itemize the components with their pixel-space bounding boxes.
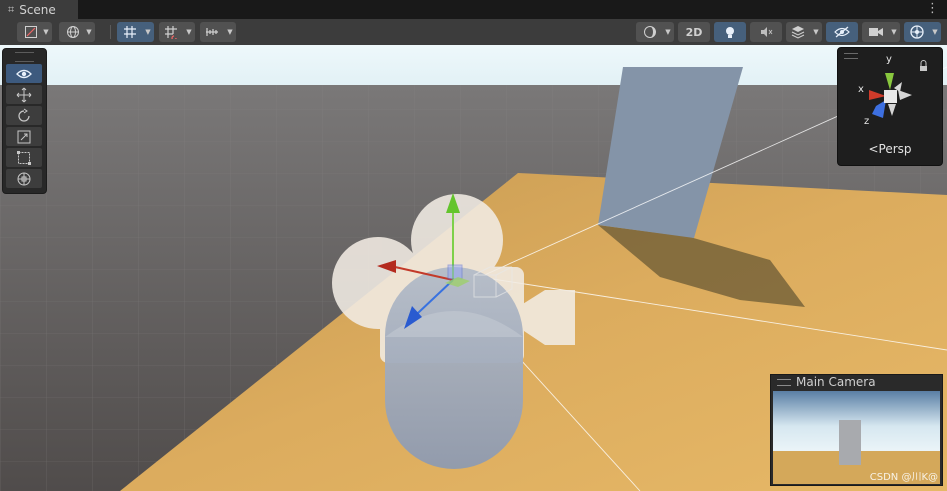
- lighting-icon: [726, 27, 734, 38]
- gizmo-z-label: z: [864, 116, 870, 127]
- lock-icon: [920, 66, 927, 71]
- scale-tool[interactable]: [6, 127, 42, 146]
- move-tool[interactable]: [6, 85, 42, 104]
- 2d-toggle[interactable]: 2D: [678, 22, 710, 42]
- camera-preview-title: Main Camera: [796, 375, 876, 389]
- audio-icon: [761, 27, 773, 37]
- increment-snap-dropdown[interactable]: ▼: [183, 22, 195, 42]
- visibility-toggle[interactable]: [826, 22, 858, 42]
- projection-toggle[interactable]: <Persp: [838, 142, 942, 156]
- y-axis-cone: [885, 73, 894, 90]
- rotate-icon: [18, 108, 30, 122]
- preview-wall: [839, 420, 861, 465]
- tab-bar: ⌗ Scene ⋮: [0, 0, 947, 19]
- camera-button[interactable]: [862, 22, 890, 42]
- camera-preview[interactable]: Main Camera CSDN @川K@: [770, 374, 943, 486]
- draw-mode-icon: [25, 26, 37, 38]
- increment-snap-button[interactable]: [159, 22, 183, 42]
- shading-icon: [644, 26, 656, 38]
- rect-tool[interactable]: [6, 148, 42, 167]
- eye-icon: [16, 69, 32, 78]
- perspective-icon: <: [868, 142, 879, 156]
- camera-dropdown[interactable]: ▼: [888, 22, 900, 42]
- transform-tool[interactable]: [6, 169, 42, 188]
- camera-preview-header[interactable]: Main Camera: [771, 375, 942, 390]
- visibility-icon: [834, 26, 850, 38]
- increment-snap-icon: [165, 26, 177, 39]
- projection-label: Persp: [878, 142, 912, 156]
- audio-toggle[interactable]: [750, 22, 782, 42]
- grid-snap-dropdown[interactable]: ▼: [142, 22, 154, 42]
- lighting-toggle[interactable]: [714, 22, 746, 42]
- effects-button[interactable]: [786, 22, 810, 42]
- ruler-button[interactable]: [200, 22, 224, 42]
- rect-icon: [17, 150, 31, 165]
- toolbar-divider: [110, 25, 111, 39]
- scale-icon: [17, 130, 31, 143]
- gizmo-y-label: y: [886, 54, 892, 65]
- global-dropdown[interactable]: ▼: [83, 22, 95, 42]
- tab-label: Scene: [19, 2, 56, 17]
- shading-dropdown[interactable]: ▼: [662, 22, 674, 42]
- tab-scene[interactable]: ⌗ Scene: [0, 0, 78, 19]
- tools-overlay: [2, 48, 47, 194]
- grid-snap-button[interactable]: [117, 22, 143, 42]
- tools-grip[interactable]: [15, 52, 34, 62]
- scene-viewport[interactable]: y x z <Persp Main Camera CSDN @川K@: [0, 45, 947, 491]
- camera-icon: [869, 28, 883, 36]
- capsule: [385, 267, 523, 469]
- transform-icon: [17, 172, 31, 185]
- lock-icon: [920, 60, 927, 66]
- global-icon: [67, 26, 79, 38]
- watermark: CSDN @川K@: [869, 472, 938, 483]
- draw-mode-dropdown[interactable]: ▼: [40, 22, 52, 42]
- gizmos-dropdown[interactable]: ▼: [929, 22, 941, 42]
- orientation-gizmo[interactable]: y x z <Persp: [837, 47, 943, 166]
- 2d-label: 2D: [685, 25, 703, 39]
- center-cube: [884, 90, 897, 103]
- preview-grip[interactable]: [777, 379, 791, 386]
- view-tool[interactable]: [6, 64, 42, 83]
- gizmos-icon: [910, 25, 924, 39]
- scene-toolbar: ▼ ▼ ▼ ▼ ▼ ▼ 2D ▼ ▼ ▼: [0, 19, 947, 46]
- effects-icon: [791, 26, 805, 39]
- move-icon: [16, 87, 32, 102]
- ruler-dropdown[interactable]: ▼: [224, 22, 236, 42]
- grid-snap-icon: [124, 26, 136, 38]
- neg-y-cone: [888, 104, 896, 116]
- effects-dropdown[interactable]: ▼: [810, 22, 822, 42]
- more-options-icon[interactable]: ⋮: [926, 1, 939, 16]
- rotate-tool[interactable]: [6, 106, 42, 125]
- shading-button[interactable]: [636, 22, 664, 42]
- gizmo-x-label: x: [858, 84, 864, 95]
- z-axis-cone: [872, 100, 886, 118]
- grid-icon: ⌗: [8, 2, 15, 16]
- gizmos-button[interactable]: [904, 22, 930, 42]
- x-axis-cone: [869, 90, 886, 100]
- ruler-icon: [206, 28, 218, 36]
